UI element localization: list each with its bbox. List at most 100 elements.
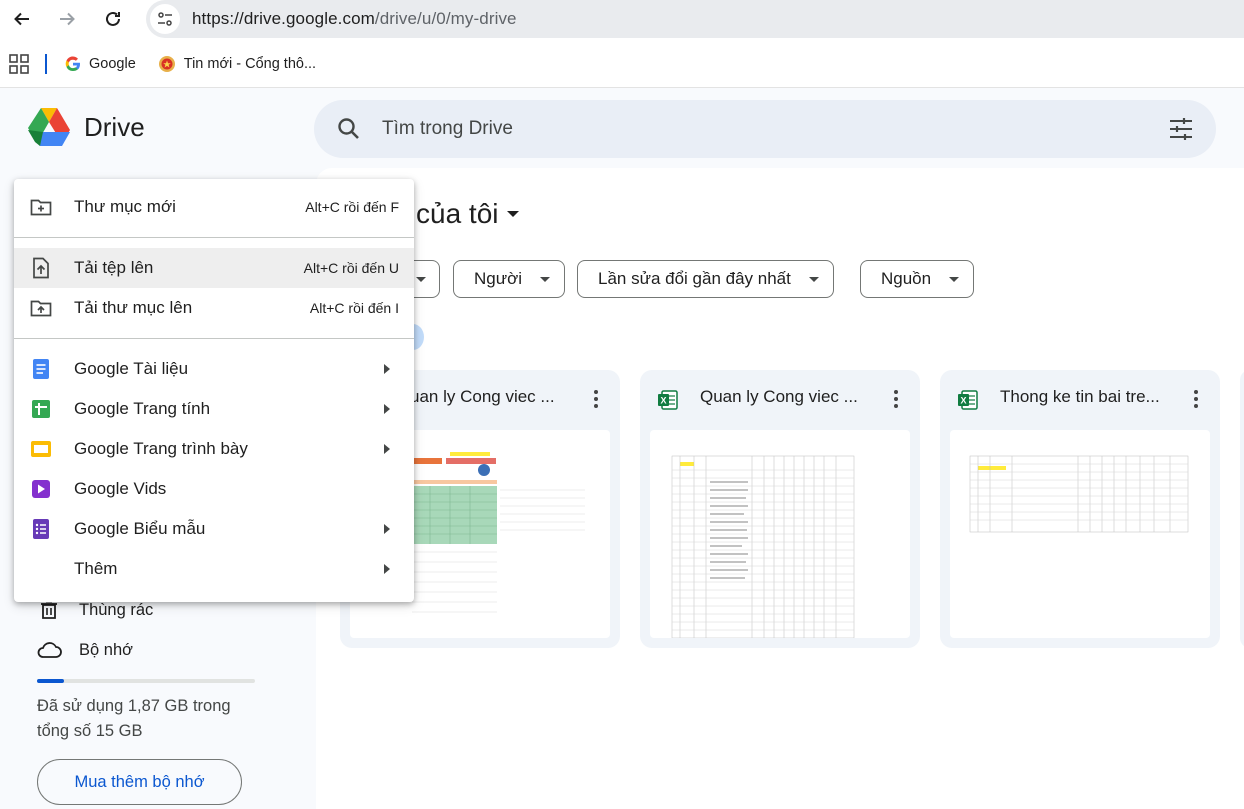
- address-bar[interactable]: https://drive.google.com/drive/u/0/my-dr…: [146, 0, 1244, 38]
- app-title: Drive: [84, 111, 145, 142]
- main-content: của tôi Người Lần sửa đổi gần đây nhất N…: [316, 168, 1244, 809]
- chip-dropdown-icon: [416, 276, 426, 282]
- menu-item-label: Google Vids: [74, 479, 167, 498]
- menu-item-shortcut: Alt+C rồi đến U: [303, 260, 399, 276]
- menu-item-label: Thêm: [74, 559, 118, 578]
- menu-item-new-folder[interactable]: Thư mục mới Alt+C rồi đến F: [14, 187, 414, 227]
- google-g-icon: [65, 56, 80, 72]
- url-host: https://drive.google.com: [192, 9, 375, 28]
- url-path: /drive/u/0/my-drive: [374, 9, 517, 28]
- drive-logo[interactable]: Drive: [26, 106, 145, 148]
- file-thumbnail: [650, 430, 910, 638]
- file-card-partial[interactable]: [1240, 370, 1244, 648]
- file-card[interactable]: X Thong ke tin bai tre...: [940, 370, 1220, 648]
- browser-toolbar: https://drive.google.com/drive/u/0/my-dr…: [0, 0, 1244, 88]
- submenu-arrow-icon: [384, 564, 390, 574]
- chip-dropdown-icon: [949, 276, 960, 282]
- bookmarks-bar: Google Tin mới - Cổng thô...: [0, 44, 1244, 84]
- government-emblem-icon: [158, 56, 175, 72]
- bookmark-google[interactable]: Google: [65, 56, 136, 72]
- sidebar-item-label: Thùng rác: [79, 600, 154, 619]
- bookmarks-divider: [45, 54, 47, 74]
- cloud-icon: [36, 637, 62, 663]
- menu-item-shortcut: Alt+C rồi đến I: [309, 300, 399, 316]
- storage-usage-text: Đã sử dụng 1,87 GB trong tổng số 15 GB: [37, 697, 231, 740]
- excel-icon: X: [958, 390, 978, 410]
- submenu-arrow-icon: [384, 364, 390, 374]
- site-settings-icon[interactable]: [150, 4, 180, 34]
- menu-item-upload-folder[interactable]: Tải thư mục lên Alt+C rồi đến I: [14, 288, 414, 328]
- file-name: uan ly Cong viec ...: [410, 387, 555, 406]
- upload-file-icon: [30, 257, 52, 279]
- more-options-icon[interactable]: [886, 386, 906, 412]
- menu-item-label: Thư mục mới: [74, 197, 176, 216]
- google-slides-icon: [30, 438, 52, 460]
- menu-item-shortcut: Alt+C rồi đến F: [305, 199, 399, 215]
- page-title[interactable]: của tôi: [416, 198, 519, 230]
- search-bar[interactable]: [314, 100, 1216, 158]
- apps-grid-icon[interactable]: [9, 54, 29, 74]
- upload-folder-icon: [30, 297, 52, 319]
- chip-label: Người: [474, 269, 523, 288]
- reload-button[interactable]: [98, 4, 128, 34]
- storage-progress-fill: [37, 679, 65, 683]
- google-drive-icon: [28, 108, 70, 146]
- search-icon[interactable]: [336, 116, 362, 142]
- menu-item-label: Google Biểu mẫu: [74, 519, 206, 538]
- chip-label: Lần sửa đổi gần đây nhất: [598, 269, 791, 288]
- menu-item-google-forms[interactable]: Google Biểu mẫu: [14, 509, 414, 549]
- menu-item-upload-file[interactable]: Tải tệp lên Alt+C rồi đến U: [14, 248, 414, 288]
- menu-item-label: Tải thư mục lên: [74, 298, 193, 317]
- menu-item-google-slides[interactable]: Google Trang trình bày: [14, 429, 414, 469]
- chip-label: Nguồn: [881, 269, 932, 288]
- file-name: Quan ly Cong viec ...: [700, 387, 858, 406]
- page-title-text: của tôi: [416, 198, 499, 229]
- sidebar-item-label: Bộ nhớ: [79, 640, 133, 659]
- search-input[interactable]: [382, 118, 1082, 140]
- menu-item-google-docs[interactable]: Google Tài liệu: [14, 349, 414, 389]
- file-card[interactable]: X Quan ly Cong viec ...: [640, 370, 920, 648]
- buy-storage-button[interactable]: Mua thêm bộ nhớ: [37, 759, 242, 805]
- bookmark-news[interactable]: Tin mới - Cổng thô...: [158, 55, 316, 73]
- filter-chip-modified[interactable]: Lần sửa đổi gần đây nhất: [577, 260, 834, 298]
- google-docs-icon: [30, 358, 52, 380]
- svg-text:X: X: [960, 396, 966, 406]
- menu-item-label: Google Trang tính: [74, 399, 211, 418]
- chip-dropdown-icon: [808, 276, 819, 282]
- menu-item-google-sheets[interactable]: Google Trang tính: [14, 389, 414, 429]
- back-button[interactable]: [7, 4, 37, 34]
- new-item-menu: Thư mục mới Alt+C rồi đến F Tải tệp lên …: [14, 179, 414, 602]
- menu-divider: [14, 338, 414, 339]
- bookmark-label: Google: [89, 56, 136, 72]
- submenu-arrow-icon: [384, 404, 390, 414]
- google-sheets-icon: [30, 398, 52, 420]
- forward-button[interactable]: [52, 4, 82, 34]
- google-forms-icon: [30, 518, 52, 540]
- submenu-arrow-icon: [384, 524, 390, 534]
- menu-item-google-vids[interactable]: Google Vids: [14, 469, 414, 509]
- svg-text:X: X: [660, 396, 666, 406]
- bookmark-label: Tin mới - Cổng thô...: [183, 56, 317, 72]
- back-arrow-icon: [14, 12, 29, 26]
- menu-item-label: Google Tài liệu: [74, 359, 189, 378]
- excel-icon: X: [658, 390, 678, 410]
- file-thumbnail: [950, 430, 1210, 638]
- menu-item-more[interactable]: Thêm: [14, 549, 414, 589]
- new-folder-icon: [30, 196, 52, 218]
- forward-arrow-icon: [60, 12, 75, 26]
- reload-icon: [106, 11, 120, 26]
- more-options-icon[interactable]: [1186, 386, 1206, 412]
- menu-divider: [14, 237, 414, 238]
- submenu-arrow-icon: [384, 444, 390, 454]
- menu-item-label: Google Trang trình bày: [74, 439, 248, 458]
- search-options-icon[interactable]: [1168, 116, 1194, 142]
- storage-progress-bar: [37, 679, 255, 683]
- url-text: https://drive.google.com/drive/u/0/my-dr…: [192, 9, 517, 29]
- dropdown-arrow-icon: [506, 211, 519, 217]
- more-options-icon[interactable]: [586, 386, 606, 412]
- filter-chip-people[interactable]: Người: [453, 260, 566, 298]
- chip-dropdown-icon: [540, 276, 551, 282]
- filter-chip-source[interactable]: Nguồn: [860, 260, 975, 298]
- google-vids-icon: [30, 478, 52, 500]
- sidebar-item-storage[interactable]: Bộ nhớ: [36, 637, 133, 663]
